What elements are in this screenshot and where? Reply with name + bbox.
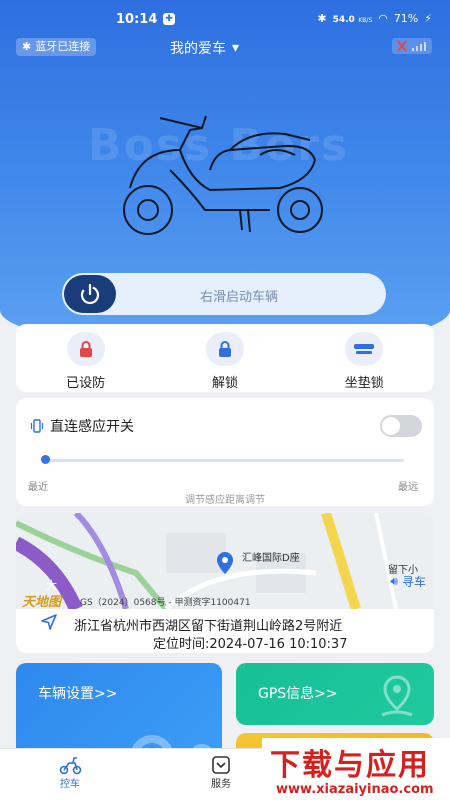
seat-lock-label: 坐垫锁 (344, 376, 384, 391)
location-time-value: 2024-07-16 10:10:37 (209, 637, 348, 652)
location-time: 定位时间:2024-07-16 10:10:37 (153, 633, 347, 652)
distance-slider-track[interactable] (44, 459, 404, 462)
bluetooth-icon: ✱ (22, 40, 32, 53)
armed-button[interactable]: 已设防 (31, 324, 141, 392)
status-time: 10:14 (116, 12, 158, 27)
status-bar: 10:14 ✚ ✱ 54.0 KB/S ◠ 71% ⚡ (0, 0, 450, 34)
distance-hint: 调节感应距离调节 (185, 495, 265, 506)
lock-closed-icon (66, 332, 105, 366)
find-car-label: 寻车 (401, 575, 426, 589)
map-poi-label: 汇峰国际D座 (242, 553, 300, 564)
network-speed: 54.0 KB/S (333, 12, 373, 25)
unlock-button[interactable]: 解锁 (170, 324, 280, 392)
map-provider-logo: 天地图 (22, 595, 62, 609)
find-car-button[interactable]: 🔊︎ 寻车 (390, 573, 426, 590)
armed-label: 已设防 (66, 376, 106, 391)
battery-level: 71% (393, 12, 419, 25)
seat-lock-icon (345, 332, 384, 366)
download-site-watermark: 下载与应用 www.xiazaiyinao.com (262, 738, 450, 800)
distance-slider-thumb[interactable] (41, 455, 50, 464)
page-title: 我的爱车 (170, 41, 226, 57)
vehicle-selector[interactable]: 我的爱车 ▾ (170, 38, 239, 58)
vibration-icon (30, 419, 44, 433)
status-right: ✱ 54.0 KB/S ◠ 71% ⚡ (317, 12, 432, 25)
lock-open-icon (205, 332, 244, 366)
location-card: 汇峰国际D座 大 留下小 天地图 GS（2024）0568号 - 甲测资字110… (16, 513, 434, 653)
quick-actions-card: 已设防 解锁 坐垫锁 (16, 324, 434, 392)
proximity-title: 直连感应开关 (50, 419, 134, 435)
gps-info-label: GPS信息>> (258, 686, 338, 702)
scooter-illustration (123, 115, 323, 235)
proximity-title-row: 直连感应开关 (30, 416, 134, 436)
signal-strength-badge (392, 38, 432, 54)
watermark-title: 下载与应用 (270, 748, 430, 783)
scooter-tab-icon (59, 757, 82, 775)
map-copyright: GS（2024）0568号 - 甲测资字1100471 (80, 598, 251, 608)
speaker-icon: 🔊︎ (390, 574, 398, 588)
app-notification-icon: ✚ (163, 13, 175, 25)
charging-icon: ⚡ (424, 12, 432, 25)
bluetooth-label: 蓝牙已连接 (35, 40, 91, 53)
tab-service-label: 服务 (211, 779, 231, 790)
proximity-sensor-card: 直连感应开关 最近 最远 调节感应距离调节 (16, 398, 434, 506)
start-vehicle-slider[interactable]: 右滑启动车辆 (62, 273, 386, 315)
no-signal-icon (397, 40, 426, 52)
map-view[interactable]: 汇峰国际D座 大 留下小 天地图 GS（2024）0568号 - 甲测资字110… (16, 513, 434, 609)
address-text: 浙江省杭州市西湖区留下街道荆山岭路2号附近 (74, 619, 343, 634)
bluetooth-status-icon: ✱ (317, 12, 327, 25)
slider-label: 右滑启动车辆 (199, 290, 278, 305)
gps-info-tile[interactable]: GPS信息>> (236, 663, 434, 725)
vehicle-settings-label: 车辆设置>> (38, 686, 118, 702)
speed-value: 54.0 (332, 15, 355, 25)
watermark-url: www.xiazaiyinao.com (276, 782, 434, 797)
chevron-down-icon: ▾ (232, 40, 240, 56)
service-tab-icon (212, 756, 230, 774)
gps-pin-icon (381, 675, 413, 717)
tab-control-label: 控车 (60, 779, 80, 790)
tab-control[interactable]: 控车 (58, 755, 82, 790)
proximity-toggle[interactable] (380, 415, 422, 437)
location-pin-icon (217, 552, 233, 574)
navigation-arrow-icon[interactable] (40, 613, 58, 631)
bluetooth-connected-badge[interactable]: ✱ 蓝牙已连接 (16, 38, 97, 56)
speed-unit: KB/S (358, 17, 373, 24)
tab-service[interactable]: 服务 (211, 755, 231, 790)
wifi-icon: ◠ (378, 12, 388, 25)
location-time-label: 定位时间: (153, 637, 210, 652)
unlock-label: 解锁 (211, 376, 238, 391)
hero-header: 10:14 ✚ ✱ 54.0 KB/S ◠ 71% ⚡ ✱ 蓝牙已连接 我的爱车… (0, 0, 450, 350)
seat-lock-button[interactable]: 坐垫锁 (309, 324, 419, 392)
